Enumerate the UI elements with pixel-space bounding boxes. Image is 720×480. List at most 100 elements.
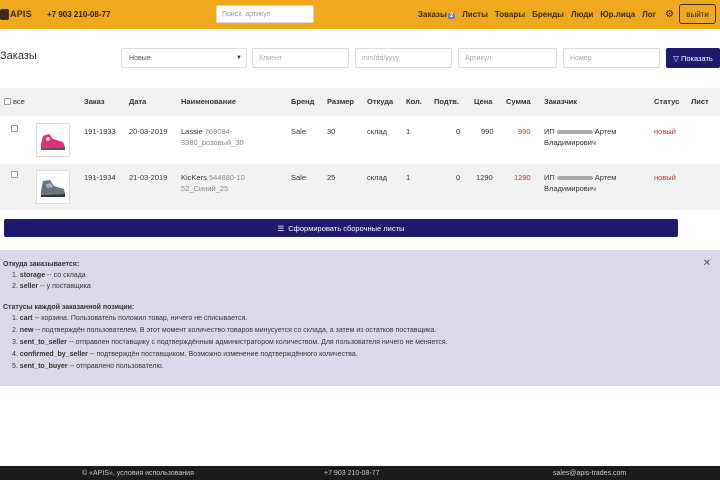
row-checkbox[interactable] xyxy=(11,171,18,178)
item-text: -- подтверждён пользователем. В этот мом… xyxy=(35,327,437,334)
status-item: 4. confirmed_by_seller -- подтверждён по… xyxy=(12,350,358,360)
product-code[interactable]: 544880-10 xyxy=(209,173,245,182)
col-order[interactable]: Заказ xyxy=(84,97,105,106)
item-number: 2. xyxy=(12,283,18,290)
brand: Sale xyxy=(291,173,307,182)
nav-item-people[interactable]: Люди xyxy=(571,10,593,19)
list-icon: ☰ xyxy=(277,223,285,233)
table-header: все Заказ Дата Наименование Бренд Размер… xyxy=(0,88,720,116)
product-image[interactable] xyxy=(36,123,70,157)
item-number: 1. xyxy=(12,315,18,322)
status-item: 5. sent_to_buyer -- отправлено пользоват… xyxy=(12,362,164,372)
col-date[interactable]: Дата xyxy=(129,97,146,106)
logo[interactable]: APIS xyxy=(0,8,32,20)
statuses-title: Статусы каждой заказанной позиции: xyxy=(3,304,135,311)
col-confirmed[interactable]: Подтв. xyxy=(434,97,459,106)
col-from[interactable]: Откуда xyxy=(367,97,393,106)
sum: 1290 xyxy=(514,173,531,182)
item-number: 5. xyxy=(12,363,18,370)
footer-copyright[interactable]: © «APIS», условия использования xyxy=(82,470,194,477)
select-all-checkbox[interactable] xyxy=(4,98,11,105)
item-text: -- со склада xyxy=(47,272,86,279)
status-select[interactable]: Новые ▼ xyxy=(121,48,247,68)
customer-patronymic: Владимирович xyxy=(544,138,596,147)
item-key: storage xyxy=(19,272,46,279)
col-customer[interactable]: Заказчик xyxy=(544,97,577,106)
col-brand[interactable]: Бренд xyxy=(291,97,314,106)
item-number: 4. xyxy=(12,351,18,358)
col-price[interactable]: Цена xyxy=(474,97,492,106)
gear-icon[interactable]: ⚙ xyxy=(665,9,674,20)
price: 1290 xyxy=(476,173,493,182)
select-all-label: все xyxy=(13,97,25,106)
product-title: KicKers xyxy=(181,173,207,182)
price: 990 xyxy=(481,127,494,136)
customer-prefix: ИП xyxy=(544,127,555,136)
nav-item-orders[interactable]: Заказы 2 xyxy=(418,10,456,19)
item-text: -- корзина. Пользователь положил товар, … xyxy=(34,315,248,322)
row-checkbox[interactable] xyxy=(11,125,18,132)
nav-item-log[interactable]: Лог xyxy=(642,10,656,19)
col-status[interactable]: Статус xyxy=(654,97,679,106)
search-input[interactable] xyxy=(216,5,314,23)
nav-item-brands[interactable]: Бренды xyxy=(532,10,564,19)
product-variant: 52_Синий_25 xyxy=(181,184,229,193)
item-text: -- отправлен поставщику с подтверждённым… xyxy=(68,339,448,346)
source: склад xyxy=(367,173,388,182)
redacted-name xyxy=(556,130,593,135)
col-sum[interactable]: Сумма xyxy=(506,97,531,106)
item-key: seller xyxy=(19,283,39,290)
col-sheet[interactable]: Лист xyxy=(691,97,709,106)
customer-name: Артем xyxy=(594,127,617,136)
close-icon[interactable]: ✕ xyxy=(703,258,711,269)
product-name: KicKers 544880-10 xyxy=(181,172,245,183)
show-button[interactable]: ▽ Показать xyxy=(666,48,720,68)
product-image[interactable] xyxy=(36,170,70,204)
nav-item-sheets[interactable]: Листы xyxy=(462,10,488,19)
table-row[interactable]: 191-1933 20-03-2019 Lassie 769094- 3380_… xyxy=(0,118,720,164)
logout-button[interactable]: выйти xyxy=(679,4,716,24)
confirmed-qty: 0 xyxy=(456,127,461,136)
col-qty[interactable]: Кол. xyxy=(406,97,422,106)
nav-item-products[interactable]: Товары xyxy=(495,10,525,19)
show-button-label: Показать xyxy=(680,53,713,63)
customer-prefix: ИП xyxy=(544,173,555,182)
source: склад xyxy=(367,127,388,136)
main-nav: Заказы 2 Листы Товары Бренды Люди Юр.лица… xyxy=(418,10,656,19)
item-text: -- у поставщика xyxy=(40,283,91,290)
date-input[interactable] xyxy=(355,48,452,68)
status-item: 3. sent_to_seller -- отправлен поставщик… xyxy=(12,338,448,348)
source-item: 2. seller -- у поставщика xyxy=(12,282,91,292)
create-assembly-sheets-label: Сформировать сборочные листы xyxy=(288,223,405,233)
item-text: -- отправлено пользователю. xyxy=(69,363,164,370)
size: 30 xyxy=(327,127,336,136)
item-key: confirmed_by_seller xyxy=(19,351,88,358)
product-variant: 3380_розовый_30 xyxy=(181,138,244,147)
col-size[interactable]: Размер xyxy=(327,97,354,106)
nav-item-legal-entities[interactable]: Юр.лица xyxy=(600,10,635,19)
item-number: 2. xyxy=(12,327,18,334)
item-key: sent_to_seller xyxy=(19,339,67,346)
article-input[interactable] xyxy=(458,48,557,68)
create-assembly-sheets-button[interactable]: ☰ Сформировать сборочные листы xyxy=(4,219,678,237)
order-number[interactable]: 191-1934 xyxy=(84,172,116,183)
item-number: 3. xyxy=(12,339,18,346)
number-input[interactable] xyxy=(563,48,660,68)
footer-email[interactable]: sales@apis-trades.com xyxy=(553,470,626,477)
status-badge: новый xyxy=(654,173,676,182)
footer-phone: +7 903 210-08-77 xyxy=(324,470,380,477)
customer[interactable]: ИП Артем xyxy=(544,172,616,183)
status-item: 1. cart -- корзина. Пользователь положил… xyxy=(12,314,247,324)
shoe-icon xyxy=(41,180,65,197)
client-input[interactable] xyxy=(252,48,349,68)
table-row[interactable]: 191-1934 21-03-2019 KicKers 544880-10 52… xyxy=(0,164,720,210)
product-code[interactable]: 769094- xyxy=(205,127,233,136)
item-text: -- подтверждён поставщиком. Возможно изм… xyxy=(89,351,358,358)
customer[interactable]: ИП Артем xyxy=(544,126,616,137)
col-name[interactable]: Наименование xyxy=(181,97,236,106)
size: 25 xyxy=(327,173,336,182)
sum: 990 xyxy=(518,127,531,136)
status-badge: новый xyxy=(654,127,676,136)
quantity: 1 xyxy=(406,173,411,182)
order-number[interactable]: 191-1933 xyxy=(84,126,116,137)
